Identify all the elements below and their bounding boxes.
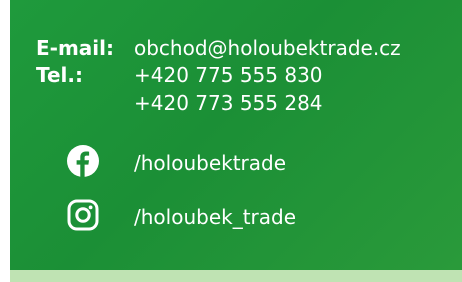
contact-panel: E-mail: obchod@holoubektrade.cz Tel.: +4…	[10, 0, 462, 270]
email-label: E-mail:	[36, 36, 115, 60]
facebook-link[interactable]: /holoubektrade	[134, 151, 286, 175]
phone-number-1[interactable]: +420 775 555 830	[134, 63, 323, 87]
instagram-link[interactable]: /holoubek_trade	[134, 205, 296, 229]
bottom-strip	[10, 270, 462, 282]
email-link[interactable]: obchod@holoubektrade.cz	[134, 36, 401, 60]
instagram-icon[interactable]	[67, 199, 99, 231]
phone-label: Tel.:	[36, 63, 84, 87]
facebook-icon[interactable]	[67, 145, 99, 177]
phone-number-2[interactable]: +420 773 555 284	[134, 91, 323, 115]
